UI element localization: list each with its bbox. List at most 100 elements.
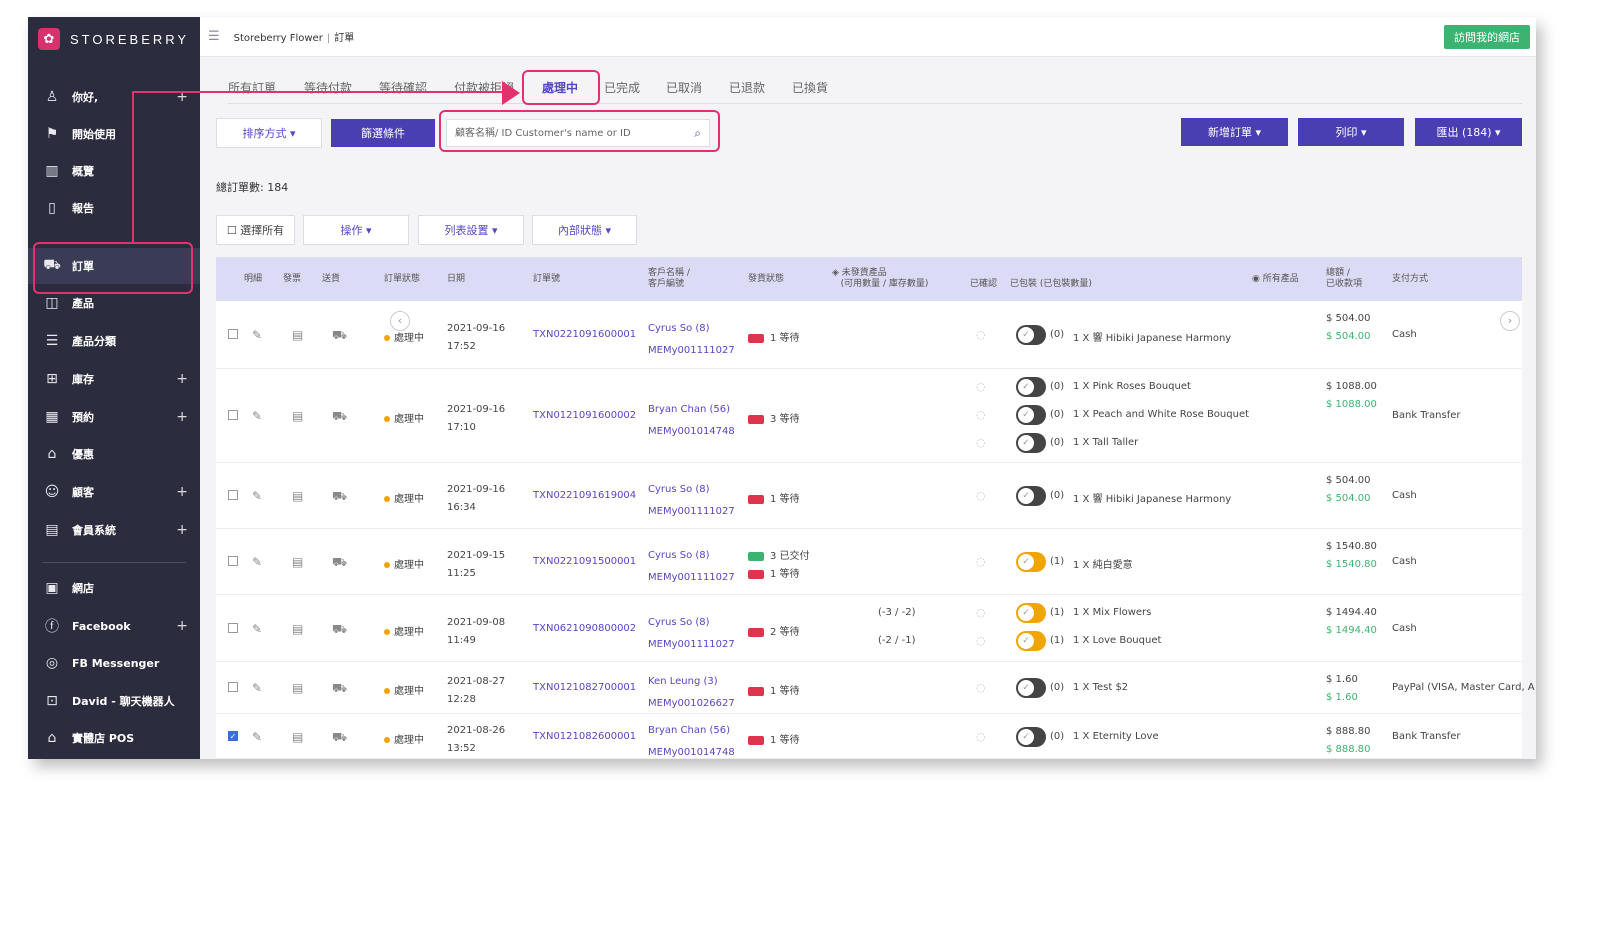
tab-1[interactable]: 等待付款 <box>304 79 352 96</box>
menu-toggle-icon[interactable]: ☰ <box>208 29 220 44</box>
table-row[interactable]: ✓ ✎ ▤ ⛟ 處理中 2021-08-26 13:52 TXN0121082600001 Br… <box>216 714 1522 759</box>
tab-5[interactable]: 已完成 <box>604 79 640 96</box>
member-id-link[interactable]: MEMy001111027 <box>648 345 735 356</box>
edit-pencil-icon[interactable]: ✎ <box>252 681 262 695</box>
edit-pencil-icon[interactable]: ✎ <box>252 730 262 744</box>
customer-name-link[interactable]: Bryan Chan (56) <box>648 725 730 736</box>
packed-toggle[interactable]: ✓ <box>1016 405 1046 425</box>
invoice-icon[interactable]: ▤ <box>292 681 303 695</box>
invoice-icon[interactable]: ▤ <box>292 328 303 342</box>
sort-button[interactable]: 排序方式 ▾ <box>216 118 322 148</box>
row-checkbox[interactable] <box>228 490 238 500</box>
shipping-status[interactable]: 1 等待 <box>748 682 800 697</box>
export-button[interactable]: 匯出 (184) ▾ <box>1415 118 1522 146</box>
customer-name-link[interactable]: Cyrus So (8) <box>648 550 710 561</box>
shipping-status[interactable]: 1 等待 <box>748 490 800 505</box>
sidebar-item-0[interactable]: ♙ 你好, + <box>28 79 200 115</box>
expand-plus-icon[interactable]: + <box>176 484 188 500</box>
breadcrumb-store[interactable]: Storeberry Flower <box>234 33 323 44</box>
new-order-button[interactable]: 新增訂單 ▾ <box>1181 118 1288 146</box>
invoice-icon[interactable]: ▤ <box>292 622 303 636</box>
expand-plus-icon[interactable]: + <box>176 522 188 538</box>
header-all-products[interactable]: ◉ 所有產品 <box>1252 274 1299 285</box>
confirmed-check-icon[interactable]: ◌ <box>976 380 986 393</box>
expand-plus-icon[interactable]: + <box>176 409 188 425</box>
order-number-link[interactable]: TXN0221091500001 <box>533 556 636 567</box>
sidebar-item-15[interactable]: ⊡ David - 聊天機器人 <box>28 683 200 719</box>
sidebar-item-1[interactable]: ⚑ 開始使用 <box>28 116 200 152</box>
filter-button[interactable]: 篩選條件 <box>331 119 435 147</box>
delivery-truck-icon[interactable]: ⛟ <box>332 555 347 571</box>
order-number-link[interactable]: TXN0221091619004 <box>533 490 636 501</box>
table-row[interactable]: ✎ ▤ ⛟ 處理中 2021-09-16 17:52 TXN0221091600001 Cyr… <box>216 301 1522 369</box>
packed-toggle[interactable]: ✓ <box>1016 552 1046 572</box>
operation-button[interactable]: 操作 ▾ <box>303 215 409 245</box>
customer-name-link[interactable]: Bryan Chan (56) <box>648 404 730 415</box>
packed-toggle[interactable]: ✓ <box>1016 325 1046 345</box>
sidebar-item-14[interactable]: ◎ FB Messenger <box>28 645 200 681</box>
sidebar-item-6[interactable]: ☰ 產品分類 <box>28 323 200 359</box>
internal-status-button[interactable]: 內部狀態 ▾ <box>532 215 637 245</box>
order-number-link[interactable]: TXN0221091600001 <box>533 329 636 340</box>
table-row[interactable]: ✎ ▤ ⛟ 處理中 2021-08-27 12:28 TXN0121082700001 Ken… <box>216 662 1535 714</box>
delivery-truck-icon[interactable]: ⛟ <box>332 730 347 746</box>
edit-pencil-icon[interactable]: ✎ <box>252 555 262 569</box>
row-checkbox[interactable] <box>228 410 238 420</box>
sidebar-item-3[interactable]: ▯ 報告 <box>28 190 200 226</box>
edit-pencil-icon[interactable]: ✎ <box>252 409 262 423</box>
table-row[interactable]: ✎ ▤ ⛟ 處理中 2021-09-08 11:49 TXN0621090800002 Cyr… <box>216 595 1522 662</box>
order-number-link[interactable]: TXN0621090800002 <box>533 623 636 634</box>
edit-pencil-icon[interactable]: ✎ <box>252 622 262 636</box>
edit-pencil-icon[interactable]: ✎ <box>252 489 262 503</box>
confirmed-check-icon[interactable]: ◌ <box>976 634 986 647</box>
sidebar-item-9[interactable]: ⌂ 優惠 <box>28 436 200 472</box>
customer-name-link[interactable]: Cyrus So (8) <box>648 484 710 495</box>
scroll-right-icon[interactable]: › <box>1500 311 1520 331</box>
expand-plus-icon[interactable]: + <box>176 371 188 387</box>
confirmed-check-icon[interactable]: ◌ <box>976 328 986 341</box>
table-row[interactable]: ✎ ▤ ⛟ 處理中 2021-09-15 11:25 TXN0221091500001 Cyr… <box>216 529 1522 595</box>
tab-0[interactable]: 所有訂單 <box>228 79 276 96</box>
member-id-link[interactable]: MEMy001111027 <box>648 572 735 583</box>
invoice-icon[interactable]: ▤ <box>292 409 303 423</box>
select-all-button[interactable]: ☐ 選擇所有 <box>216 215 295 245</box>
order-number-link[interactable]: TXN0121091600002 <box>533 410 636 421</box>
table-row[interactable]: ✎ ▤ ⛟ 處理中 2021-09-16 17:10 TXN0121091600002 Bry… <box>216 369 1522 463</box>
sidebar-item-12[interactable]: ▣ 網店 <box>28 570 200 606</box>
shipping-status[interactable]: 3 已交付 <box>748 547 810 562</box>
delivery-truck-icon[interactable]: ⛟ <box>332 409 347 425</box>
row-checkbox[interactable] <box>228 623 238 633</box>
sidebar-item-8[interactable]: ▦ 預約 + <box>28 399 200 435</box>
packed-toggle[interactable]: ✓ <box>1016 433 1046 453</box>
table-row[interactable]: ✎ ▤ ⛟ 處理中 2021-09-16 16:34 TXN0221091619004 Cyr… <box>216 463 1522 529</box>
confirmed-check-icon[interactable]: ◌ <box>976 555 986 568</box>
customer-name-link[interactable]: Cyrus So (8) <box>648 617 710 628</box>
confirmed-check-icon[interactable]: ◌ <box>976 681 986 694</box>
packed-toggle[interactable]: ✓ <box>1016 678 1046 698</box>
sidebar-item-11[interactable]: ▤ 會員系統 + <box>28 512 200 548</box>
packed-toggle[interactable]: ✓ <box>1016 631 1046 651</box>
packed-toggle[interactable]: ✓ <box>1016 727 1046 747</box>
confirmed-check-icon[interactable]: ◌ <box>976 489 986 502</box>
member-id-link[interactable]: MEMy001014748 <box>648 426 735 437</box>
sidebar-item-10[interactable]: ☺ 顧客 + <box>28 474 200 510</box>
tab-6[interactable]: 已取消 <box>666 79 702 96</box>
member-id-link[interactable]: MEMy001026627 <box>648 698 735 709</box>
order-number-link[interactable]: TXN0121082600001 <box>533 731 636 742</box>
shipping-status[interactable]: 2 等待 <box>748 623 800 638</box>
confirmed-check-icon[interactable]: ◌ <box>976 436 986 449</box>
packed-toggle[interactable]: ✓ <box>1016 603 1046 623</box>
tab-8[interactable]: 已換貨 <box>792 79 828 96</box>
order-number-link[interactable]: TXN0121082700001 <box>533 682 636 693</box>
edit-pencil-icon[interactable]: ✎ <box>252 328 262 342</box>
member-id-link[interactable]: MEMy001111027 <box>648 506 735 517</box>
row-checkbox[interactable] <box>228 329 238 339</box>
tab-7[interactable]: 已退款 <box>729 79 765 96</box>
invoice-icon[interactable]: ▤ <box>292 555 303 569</box>
packed-toggle[interactable]: ✓ <box>1016 377 1046 397</box>
customer-name-link[interactable]: Cyrus So (8) <box>648 323 710 334</box>
confirmed-check-icon[interactable]: ◌ <box>976 730 986 743</box>
print-button[interactable]: 列印 ▾ <box>1298 118 1404 146</box>
invoice-icon[interactable]: ▤ <box>292 489 303 503</box>
packed-toggle[interactable]: ✓ <box>1016 486 1046 506</box>
